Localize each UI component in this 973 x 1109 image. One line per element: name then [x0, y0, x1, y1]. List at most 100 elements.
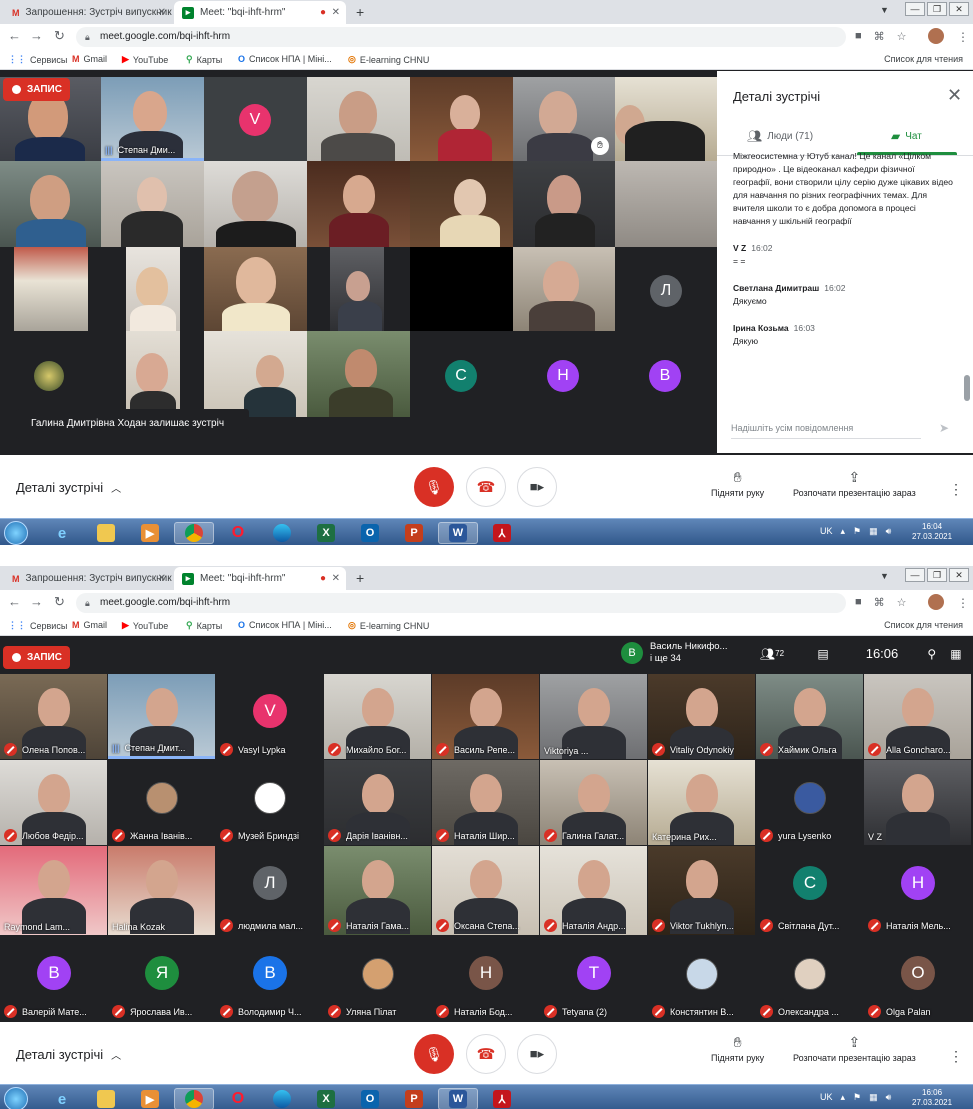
- participant-tile[interactable]: [307, 161, 410, 247]
- close-window-button[interactable]: ✕: [949, 568, 969, 582]
- participant-tile[interactable]: Любов Федір...: [0, 760, 107, 845]
- powerpoint-taskbar-button[interactable]: P: [394, 1088, 434, 1109]
- reading-list[interactable]: Список для чтения: [884, 54, 963, 64]
- network-icon[interactable]: ▦: [869, 1092, 878, 1103]
- opera-taskbar-button[interactable]: O: [218, 1088, 258, 1109]
- word-taskbar-button[interactable]: W: [438, 522, 478, 544]
- participant-tile[interactable]: Н: [513, 331, 615, 417]
- explorer-taskbar-button[interactable]: [86, 1088, 126, 1109]
- chrome-taskbar-button[interactable]: [174, 1088, 214, 1109]
- more-options-icon[interactable]: ⋮: [949, 1048, 963, 1065]
- tab-gmail[interactable]: M Запрошення: Зустріч випускникі ✕: [4, 567, 172, 590]
- forward-icon[interactable]: →: [30, 594, 43, 609]
- mic-off-button[interactable]: 🎙︎: [414, 467, 454, 507]
- camera-in-use-icon[interactable]: ■: [855, 30, 862, 43]
- participant-tile[interactable]: Я Ярослава Ив...: [108, 936, 215, 1021]
- participant-tile[interactable]: [0, 331, 101, 417]
- ie-taskbar-button[interactable]: e: [42, 1088, 82, 1109]
- translate-icon[interactable]: ⌘: [874, 596, 885, 609]
- chat-button[interactable]: ▤: [800, 637, 846, 670]
- chat-scrollbar[interactable]: [964, 375, 970, 401]
- participant-tile[interactable]: V Vasyl Lypka: [216, 674, 323, 759]
- reading-list[interactable]: Список для чтения: [884, 620, 963, 630]
- profile-avatar[interactable]: [928, 28, 944, 44]
- pin-icon[interactable]: ⚲: [927, 647, 936, 661]
- participant-tile[interactable]: Жанна Іванів...: [108, 760, 215, 845]
- language-indicator[interactable]: UK: [820, 526, 833, 537]
- outlook-taskbar-button[interactable]: O: [350, 1088, 390, 1109]
- present-button[interactable]: ⇪ Розпочати презентацію зараз: [793, 1034, 916, 1063]
- participant-tile[interactable]: [615, 77, 717, 161]
- meeting-details-button[interactable]: Деталі зустрічі ︿: [16, 1047, 121, 1062]
- acrobat-taskbar-button[interactable]: ⅄: [482, 1088, 522, 1109]
- meeting-details-button[interactable]: Деталі зустрічі ︿: [16, 480, 121, 495]
- excel-taskbar-button[interactable]: X: [306, 1088, 346, 1109]
- participant-tile[interactable]: Олена Попов...: [0, 674, 107, 759]
- participant-tile[interactable]: [410, 161, 513, 247]
- close-icon[interactable]: ✕: [158, 573, 166, 584]
- participant-tile[interactable]: Василь Репе...: [432, 674, 539, 759]
- url-field[interactable]: 🔒︎ meet.google.com/bqi-ihft-hrm: [76, 27, 846, 47]
- edge-taskbar-button[interactable]: [262, 522, 302, 544]
- system-clock[interactable]: 16:04 27.03.2021: [912, 522, 952, 542]
- leave-call-button[interactable]: ☎︎: [466, 467, 506, 507]
- participant-tile[interactable]: Viktoriya ...: [540, 674, 647, 759]
- participant-tile[interactable]: [14, 247, 88, 331]
- profile-avatar[interactable]: [928, 594, 944, 610]
- participant-tile[interactable]: ✋︎: [513, 77, 615, 161]
- participant-tile[interactable]: [410, 77, 513, 161]
- participant-tile-speaking[interactable]: ||| Степан Дми...: [101, 77, 204, 161]
- participant-tile[interactable]: V: [204, 77, 307, 161]
- more-options-icon[interactable]: ⋮: [949, 481, 963, 498]
- flag-icon[interactable]: ⚑: [853, 526, 861, 537]
- participant-tile[interactable]: Н Наталія Мель...: [864, 846, 971, 935]
- participant-tile[interactable]: [126, 247, 180, 331]
- ie-taskbar-button[interactable]: e: [42, 522, 82, 544]
- reload-icon[interactable]: ↻: [54, 28, 65, 44]
- bookmark-gmail[interactable]: M Gmail: [72, 54, 107, 64]
- bookmark-maps[interactable]: ⚲ Карты: [186, 620, 222, 631]
- raise-hand-button[interactable]: ✋︎ Підняти руку: [711, 469, 764, 498]
- participant-tile[interactable]: [204, 247, 307, 331]
- close-icon[interactable]: ✕: [332, 573, 340, 584]
- chrome-taskbar-button[interactable]: [174, 522, 214, 544]
- back-icon[interactable]: ←: [8, 594, 21, 609]
- close-icon[interactable]: ✕: [332, 7, 340, 18]
- explorer-taskbar-button[interactable]: [86, 522, 126, 544]
- bookmark-elearning[interactable]: ◎ E-learning CHNU: [348, 54, 429, 65]
- participant-tile[interactable]: Alla Goncharo...: [864, 674, 971, 759]
- mic-off-button[interactable]: 🎙︎: [414, 1034, 454, 1074]
- chat-input[interactable]: Надішліть усім повідомлення: [731, 423, 921, 433]
- browser-menu-icon[interactable]: ⋮: [957, 596, 969, 610]
- participant-tile[interactable]: С Світлана Дут...: [756, 846, 863, 935]
- camera-button[interactable]: ■▸: [517, 467, 557, 507]
- volume-icon[interactable]: 🔊︎: [886, 1092, 892, 1103]
- bookmark-services[interactable]: ⋮⋮ Сервисы: [8, 620, 67, 631]
- maximize-button[interactable]: ❐: [927, 2, 947, 16]
- participant-tile[interactable]: Н Наталія Бод...: [432, 936, 539, 1021]
- bookmark-gmail[interactable]: M Gmail: [72, 620, 107, 630]
- flag-icon[interactable]: ⚑: [853, 1092, 861, 1103]
- participant-tile[interactable]: О Olga Palan: [864, 936, 971, 1021]
- participant-tile[interactable]: В Володимир Ч...: [216, 936, 323, 1021]
- participant-tile[interactable]: Vitaliy Odynokiy: [648, 674, 755, 759]
- camera-in-use-icon[interactable]: ■: [855, 596, 862, 609]
- tab-people[interactable]: 👥︎ Люди (71): [747, 129, 813, 143]
- grid-layout-icon[interactable]: ▦: [950, 647, 961, 661]
- participant-tile[interactable]: Катерина Рих...: [648, 760, 755, 845]
- participant-tile[interactable]: Т Tetyana (2): [540, 936, 647, 1021]
- network-icon[interactable]: ▦: [869, 526, 878, 537]
- volume-icon[interactable]: 🔊︎: [886, 526, 892, 537]
- participant-tile[interactable]: [204, 161, 307, 247]
- bookmark-youtube[interactable]: ▶ YouTube: [122, 54, 168, 65]
- start-button[interactable]: [4, 1087, 28, 1109]
- bookmark-star-icon[interactable]: ☆: [897, 30, 907, 43]
- participant-tile[interactable]: Михайло Бог...: [324, 674, 431, 759]
- participant-tile[interactable]: [204, 331, 307, 417]
- tab-gmail[interactable]: M Запрошення: Зустріч випускникі ✕: [4, 1, 172, 24]
- forward-icon[interactable]: →: [30, 28, 43, 43]
- close-window-button[interactable]: ✕: [949, 2, 969, 16]
- participant-tile[interactable]: [307, 331, 410, 417]
- participant-tile[interactable]: В Валерій Мате...: [0, 936, 107, 1021]
- tab-meet[interactable]: ▸ Meet: "bqi-ihft-hrm" ● ✕: [174, 1, 346, 24]
